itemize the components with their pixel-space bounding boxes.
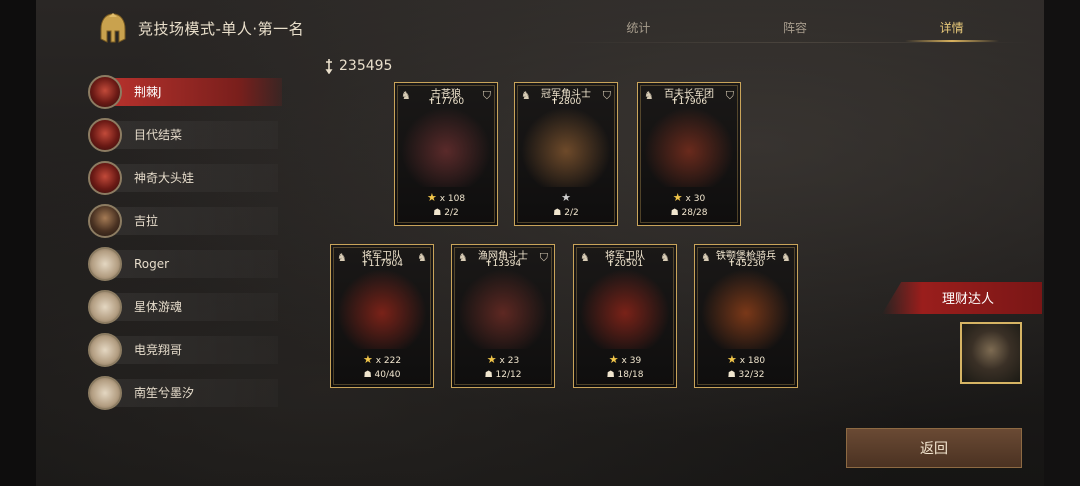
- star-icon: ★: [672, 191, 683, 204]
- tab-details[interactable]: 详情: [873, 14, 1030, 42]
- unit-power: ✝45230: [727, 259, 765, 269]
- star-icon: ★: [608, 353, 619, 366]
- unit-portrait: [644, 107, 734, 187]
- avatar: [88, 246, 122, 281]
- back-button[interactable]: 返回: [846, 428, 1022, 468]
- unit-count: ☗ 32/32: [727, 370, 765, 380]
- unit-stars: ★ x 39: [608, 353, 642, 366]
- title-label: 理财达人: [942, 292, 995, 307]
- player-name: 目代结菜: [134, 128, 183, 142]
- unit-card[interactable]: ♞ ♞ 铁颚堡枪骑兵 ✝45230 ★ x 180 ☗ 32/32: [694, 244, 798, 388]
- avatar: [88, 289, 122, 324]
- tab-divider: [560, 42, 1030, 43]
- power-icon: [325, 59, 333, 74]
- tab-bar: 统计 阵容 详情: [560, 14, 1030, 42]
- player-item[interactable]: 电竞翔哥: [88, 328, 288, 371]
- unit-count: ☗ 2/2: [553, 208, 579, 218]
- tab-lineup[interactable]: 阵容: [717, 14, 874, 42]
- total-power-value: 235495: [339, 58, 393, 74]
- unit-power: ✝13394: [484, 259, 522, 269]
- unit-portrait: [701, 269, 791, 349]
- player-name: 神奇大头娃: [134, 171, 195, 185]
- player-item[interactable]: 目代结菜: [88, 113, 288, 156]
- unit-power: ✝17760: [427, 97, 465, 107]
- player-name: Roger: [134, 256, 170, 271]
- player-name: 电竞翔哥: [134, 343, 183, 357]
- unit-portrait: [401, 107, 491, 187]
- unit-stars: ★: [515, 191, 617, 204]
- avatar: [88, 203, 122, 238]
- player-list: 荆棘J 目代结菜 神奇大头娃 吉拉 Roger 星体游魂 电竞翔哥 南笙兮墨汐: [88, 70, 288, 414]
- player-item[interactable]: 吉拉: [88, 199, 288, 242]
- avatar: [88, 375, 122, 410]
- page-title: 竞技场模式-单人·第一名: [138, 19, 305, 38]
- unit-portrait: [580, 269, 670, 349]
- unit-card[interactable]: ♞ ♞ 将军卫队 ✝20501 ★ x 39 ☗ 18/18: [573, 244, 677, 388]
- player-item[interactable]: 荆棘J: [88, 70, 288, 113]
- player-name: 吉拉: [134, 214, 159, 228]
- star-icon: ★: [561, 191, 571, 204]
- player-item[interactable]: Roger: [88, 242, 288, 285]
- header: 竞技场模式-单人·第一名: [96, 10, 304, 46]
- helmet-icon: [100, 13, 126, 43]
- star-icon: ★: [726, 353, 737, 366]
- badge-portrait: [960, 322, 1022, 384]
- player-item[interactable]: 星体游魂: [88, 285, 288, 328]
- unit-card[interactable]: ♞ ⛉ 冠军角斗士 ✝2800 ★ ☗ 2/2: [514, 82, 618, 226]
- unit-power: ✝117904: [361, 259, 403, 269]
- unit-card[interactable]: ♞ ⛉ 古苍狼 ✝17760 ★ x 108 ☗ 2/2: [394, 82, 498, 226]
- avatar: [88, 160, 122, 195]
- unit-stars: ★ x 108: [426, 191, 466, 204]
- left-edge: [0, 0, 36, 486]
- tab-statistics[interactable]: 统计: [560, 14, 717, 42]
- star-icon: ★: [426, 191, 437, 204]
- unit-portrait: [337, 269, 427, 349]
- unit-card[interactable]: ♞ ⛉ 渔网角斗士 ✝13394 ★ x 23 ☗ 12/12: [451, 244, 555, 388]
- unit-stars: ★ x 180: [726, 353, 766, 366]
- unit-card[interactable]: ♞ ♞ 将军卫队 ✝117904 ★ x 222 ☗ 40/40: [330, 244, 434, 388]
- unit-power: ✝2800: [550, 97, 582, 107]
- unit-count: ☗ 40/40: [363, 370, 401, 380]
- total-power: 235495: [322, 58, 392, 74]
- unit-card[interactable]: ♞ ⛉ 百夫长军团 ✝17906 ★ x 30 ☗ 28/28: [637, 82, 741, 226]
- unit-power: ✝17906: [670, 97, 708, 107]
- player-item[interactable]: 神奇大头娃: [88, 156, 288, 199]
- unit-count: ☗ 2/2: [433, 208, 459, 218]
- player-name: 南笙兮墨汐: [134, 386, 195, 400]
- unit-stars: ★ x 30: [672, 191, 706, 204]
- avatar: [88, 332, 122, 367]
- unit-power: ✝20501: [606, 259, 644, 269]
- avatar: [88, 117, 122, 152]
- unit-portrait: [458, 269, 548, 349]
- star-icon: ★: [486, 353, 497, 366]
- unit-stars: ★ x 23: [486, 353, 520, 366]
- unit-count: ☗ 12/12: [484, 370, 522, 380]
- unit-count: ☗ 28/28: [670, 208, 708, 218]
- player-name: 星体游魂: [134, 300, 183, 314]
- right-edge: [1044, 0, 1080, 486]
- unit-count: ☗ 18/18: [606, 370, 644, 380]
- player-item[interactable]: 南笙兮墨汐: [88, 371, 288, 414]
- unit-stars: ★ x 222: [362, 353, 402, 366]
- unit-portrait: [521, 107, 611, 187]
- player-name: 荆棘J: [134, 85, 162, 99]
- star-icon: ★: [362, 353, 373, 366]
- avatar: [88, 74, 122, 109]
